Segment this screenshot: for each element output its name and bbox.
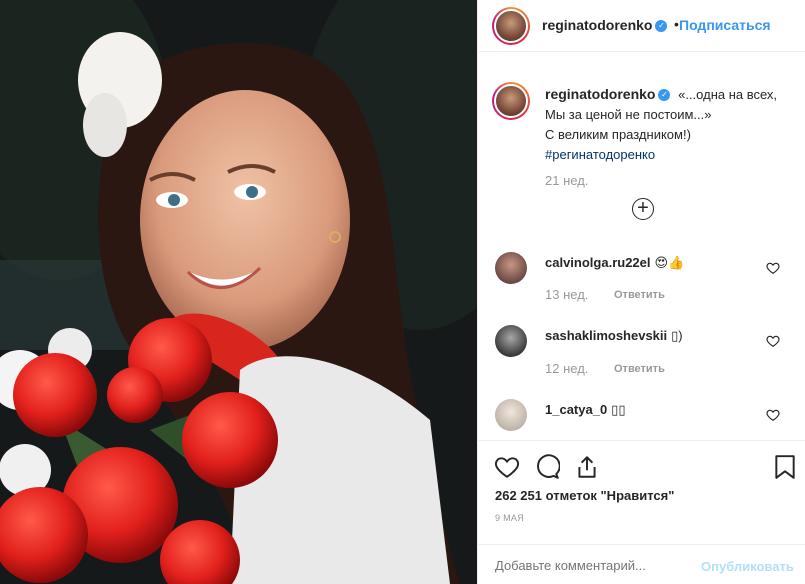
comment-input[interactable] (495, 558, 695, 573)
caption-line-2: Мы за ценой не постоим...» (545, 107, 712, 122)
caption-username[interactable]: reginatodorenko ✓ (545, 86, 671, 102)
comment-text: ▯▯ (611, 402, 626, 417)
post-side-panel: reginatodorenko ✓ • Подписаться reginatod… (477, 0, 805, 584)
comment-author[interactable]: 1_catya_0 ▯▯ (545, 402, 625, 418)
comment-author[interactable]: calvinolga.ru22el 😍👍 (545, 255, 684, 271)
post-actions: 262 251 отметок "Нравится" 9 МАЯ Опублик… (478, 440, 805, 584)
share-icon[interactable] (574, 454, 600, 480)
caption-line-1: «...одна на всех, (678, 87, 778, 102)
comment-time[interactable]: 13 нед. (545, 287, 588, 302)
heart-icon[interactable] (766, 408, 780, 422)
caption-text: reginatodorenko ✓ «...одна на всех, Мы за… (545, 84, 795, 165)
commenter-avatar[interactable] (495, 399, 527, 431)
reply-button[interactable]: Ответить (614, 363, 665, 375)
add-comment-bar: Опубликовать (478, 544, 805, 584)
commenter-avatar[interactable] (495, 325, 527, 357)
likes-count[interactable]: 262 251 отметок "Нравится" (495, 488, 674, 503)
bookmark-icon[interactable] (774, 454, 796, 480)
post-date[interactable]: 9 МАЯ (495, 513, 524, 523)
reply-button[interactable]: Ответить (614, 289, 665, 301)
author-username[interactable]: reginatodorenko ✓ (542, 17, 668, 33)
post-photo[interactable] (0, 0, 477, 584)
caption-hashtag[interactable]: #регинатодоренко (545, 147, 655, 162)
verified-badge-icon: ✓ (658, 89, 671, 102)
caption-line-3: С великим праздником!) (545, 127, 691, 142)
instagram-post: reginatodorenko ✓ • Подписаться reginatod… (0, 0, 805, 584)
caption-avatar[interactable] (492, 82, 530, 120)
verified-badge-icon: ✓ (655, 20, 668, 33)
commenter-avatar[interactable] (495, 252, 527, 284)
photo-girl-with-roses (0, 0, 477, 584)
publish-button[interactable]: Опубликовать (701, 559, 794, 574)
post-header: reginatodorenko ✓ • Подписаться (478, 0, 805, 52)
author-avatar[interactable] (492, 7, 530, 45)
comment-time[interactable]: 12 нед. (545, 361, 588, 376)
comment-text: 😍👍 (654, 255, 685, 270)
heart-icon[interactable] (766, 261, 780, 275)
like-heart-icon[interactable] (494, 454, 520, 480)
heart-icon[interactable] (766, 334, 780, 348)
comment-text: ▯) (671, 328, 683, 343)
comment-author[interactable]: sashaklimoshevskii ▯) (545, 328, 683, 344)
caption-time[interactable]: 21 нед. (545, 173, 588, 188)
comment-bubble-icon[interactable] (534, 454, 560, 480)
plus-circle-icon[interactable]: + (632, 198, 654, 220)
follow-button[interactable]: Подписаться (679, 17, 771, 33)
